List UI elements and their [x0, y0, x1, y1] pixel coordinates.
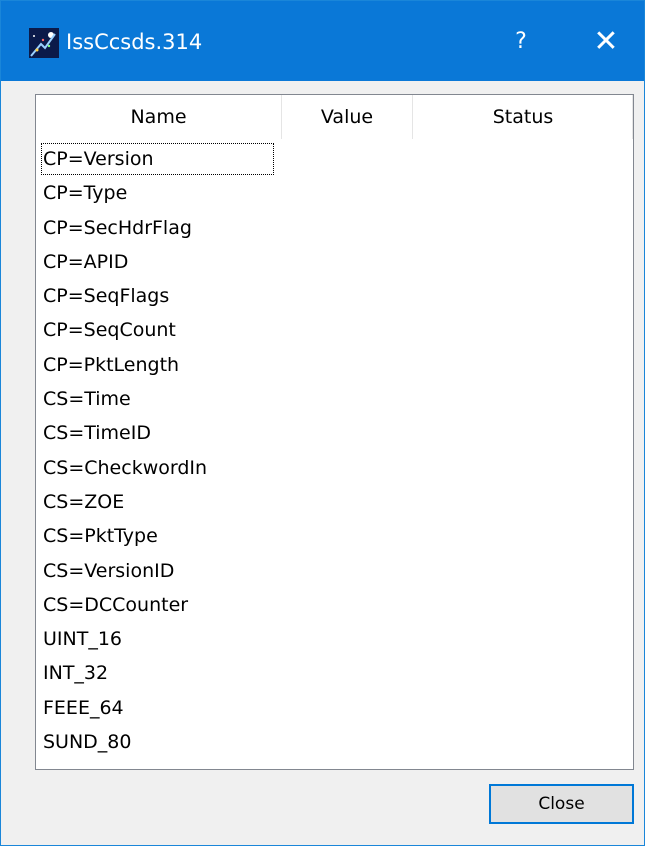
list-item-name: CS=DCCounter	[43, 593, 189, 616]
list-item-name: CP=APID	[43, 250, 129, 273]
list-item-name: CP=SecHdrFlag	[43, 216, 192, 239]
list-item[interactable]: CS=ZOE	[36, 485, 633, 519]
list-item[interactable]: CP=Version	[36, 142, 633, 176]
list-item[interactable]: CP=SecHdrFlag	[36, 211, 633, 245]
list-header: Name Value Status	[36, 95, 633, 139]
list-item-name: CP=Type	[43, 182, 128, 205]
focus-rectangle	[41, 143, 274, 175]
dialog-window: IssCcsds.314 ? ✕ Name Value Status CP=Ve…	[0, 0, 645, 846]
list-item[interactable]: FEEE_64	[36, 691, 633, 725]
column-header-name[interactable]: Name	[36, 95, 281, 139]
column-header-status[interactable]: Status	[413, 95, 633, 139]
list-item[interactable]: CS=Time	[36, 382, 633, 416]
column-header-value[interactable]: Value	[282, 95, 412, 139]
list-rows: CP=Version CP=Type CP=SecHdrFlag CP=APID CP=…	[36, 142, 633, 759]
list-item[interactable]: CS=PktType	[36, 519, 633, 553]
list-item[interactable]: CP=PktLength	[36, 348, 633, 382]
list-item-name: CS=CheckwordIn	[43, 456, 208, 479]
list-item-name: CP=SeqCount	[43, 319, 176, 342]
list-item[interactable]: CP=SeqCount	[36, 313, 633, 347]
list-item-name: UINT_16	[43, 628, 123, 651]
app-icon	[29, 28, 59, 58]
list-item-name: CP=PktLength	[43, 353, 180, 376]
list-item-name: CS=PktType	[43, 525, 158, 548]
list-item[interactable]: CS=TimeID	[36, 416, 633, 450]
list-item[interactable]: CP=SeqFlags	[36, 279, 633, 313]
list-item-name: SUND_80	[43, 731, 132, 754]
fields-list[interactable]: Name Value Status CP=Version CP=Type CP=Se…	[35, 94, 634, 770]
list-item[interactable]: CP=Type	[36, 176, 633, 210]
list-item-name: CS=ZOE	[43, 490, 125, 513]
list-item[interactable]: CP=APID	[36, 245, 633, 279]
column-divider[interactable]	[632, 95, 633, 139]
title-bar[interactable]: IssCcsds.314 ? ✕	[1, 1, 644, 81]
list-item[interactable]: CS=CheckwordIn	[36, 451, 633, 485]
help-button[interactable]: ?	[491, 19, 551, 64]
list-item-name: INT_32	[43, 662, 109, 685]
list-item-name: CP=SeqFlags	[43, 285, 170, 308]
list-item[interactable]: SUND_80	[36, 725, 633, 759]
list-item[interactable]: CS=VersionID	[36, 554, 633, 588]
list-item-name: CS=TimeID	[43, 422, 151, 445]
close-window-icon[interactable]: ✕	[576, 19, 636, 64]
list-item[interactable]: INT_32	[36, 656, 633, 690]
list-item[interactable]: UINT_16	[36, 622, 633, 656]
list-item-name: CS=Time	[43, 388, 131, 411]
list-item-name: CS=VersionID	[43, 559, 175, 582]
list-item[interactable]: CS=DCCounter	[36, 588, 633, 622]
close-button[interactable]: Close	[489, 784, 634, 824]
list-item-name: FEEE_64	[43, 696, 124, 719]
window-title: IssCcsds.314	[66, 30, 203, 54]
